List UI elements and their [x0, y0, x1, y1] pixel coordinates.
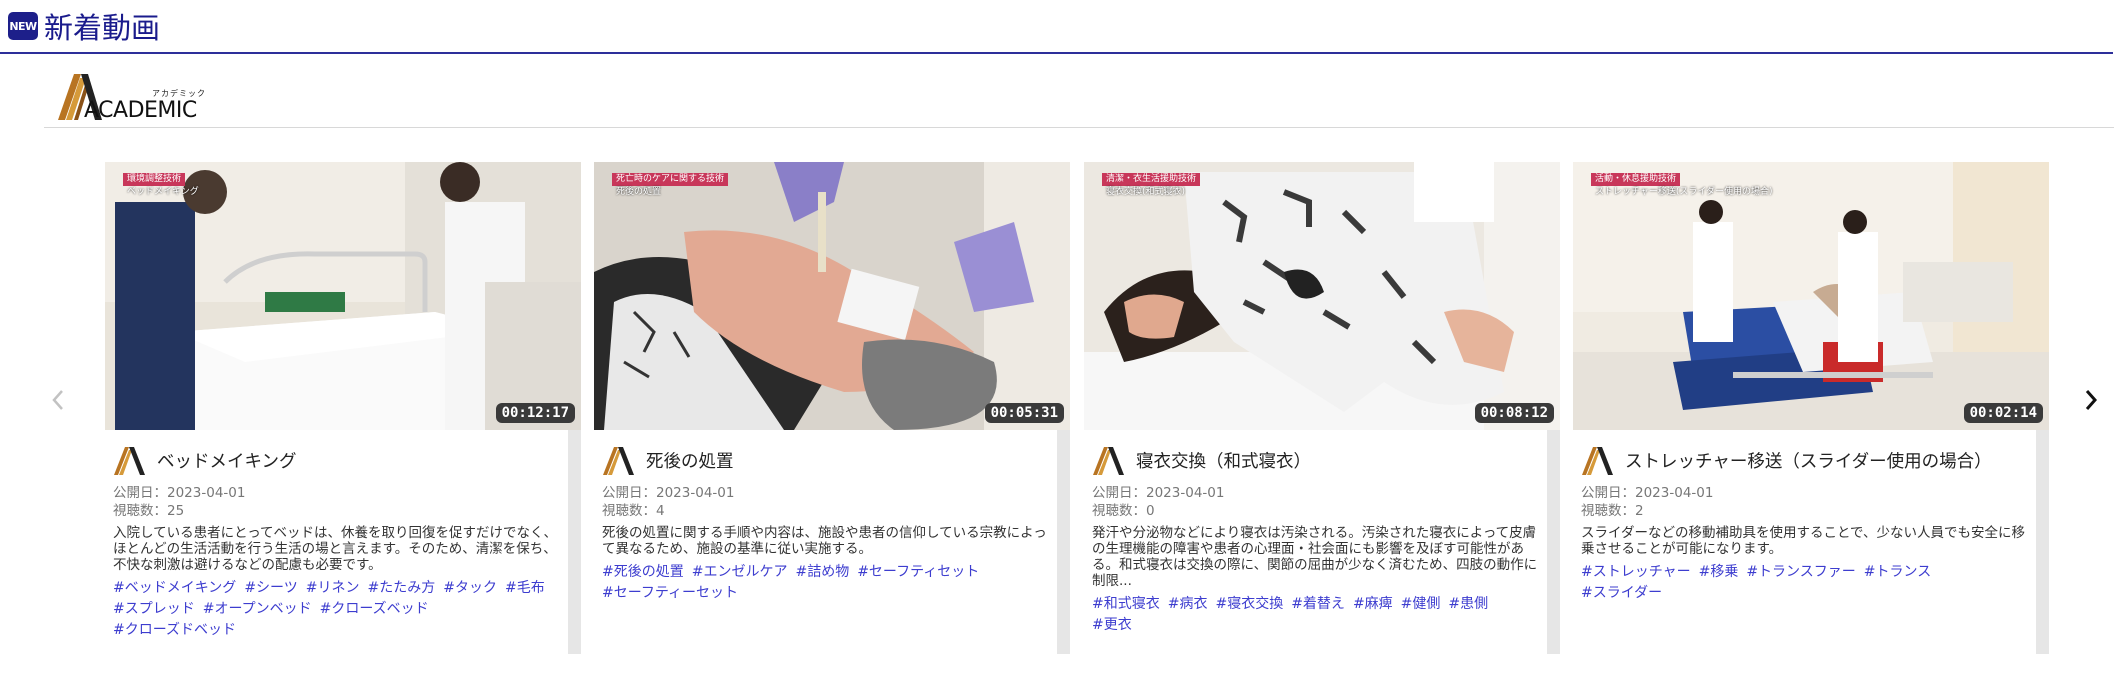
tag-link[interactable]: #病衣	[1168, 594, 1208, 615]
video-title: ストレッチャー移送（スライダー使用の場合）	[1625, 451, 1992, 472]
video-card[interactable]: 活動・休息援助技術 ストレッチャー移送(スライダー使用の場合) 00:02:14…	[1573, 162, 2049, 654]
category-tag: 環境調整技術 ベッドメイキング	[123, 173, 203, 199]
video-meta: 公開日：2023-04-01 視聴数：2	[1581, 485, 1714, 519]
card-body: 死後の処置 公開日：2023-04-01 視聴数：4 死後の処置に関する手順や内…	[594, 430, 1056, 654]
video-duration: 00:08:12	[1474, 403, 1554, 423]
chevron-left-icon	[52, 390, 63, 410]
tag-link[interactable]: #毛布	[505, 578, 545, 599]
new-badge-icon: NEW	[8, 12, 38, 40]
view-count: 0	[1146, 503, 1155, 519]
view-count: 4	[656, 503, 665, 519]
video-meta: 公開日：2023-04-01 視聴数：0	[1092, 485, 1225, 519]
publish-date: 2023-04-01	[1635, 485, 1714, 501]
video-description: 死後の処置に関する手順や内容は、施設や患者の信仰している宗教によって異なるため、…	[602, 525, 1047, 557]
tag-link[interactable]: #ストレッチャー	[1581, 562, 1691, 583]
tag-list: #ストレッチャー #移乗 #トランスファー #トランス #スライダー	[1581, 562, 2027, 604]
tag-link[interactable]: #更衣	[1092, 615, 1132, 636]
video-thumbnail[interactable]: 環境調整技術 ベッドメイキング 00:12:17	[105, 162, 581, 430]
section-header: NEW 新着動画	[8, 6, 160, 46]
video-description: 発汗や分泌物などにより寝衣は汚染される。汚染された寝衣によって皮膚の生理機能の障…	[1092, 525, 1538, 589]
video-description: スライダーなどの移動補助具を使用することで、少ない人員でも安全に移乗させることが…	[1581, 525, 2026, 557]
tag-link[interactable]: #クローズベッド	[320, 599, 429, 620]
card-scrollbar[interactable]	[2036, 430, 2049, 654]
publish-date: 2023-04-01	[167, 485, 246, 501]
tag-link[interactable]: #シーツ	[244, 578, 297, 599]
tag-link[interactable]: #健側	[1401, 594, 1441, 615]
tag-link[interactable]: #患側	[1448, 594, 1488, 615]
video-title: 死後の処置	[646, 451, 734, 472]
tag-link[interactable]: #タック	[443, 578, 497, 599]
tag-link[interactable]: #和式寝衣	[1092, 594, 1160, 615]
tag-link[interactable]: #スライダー	[1581, 583, 1662, 604]
video-thumbnail[interactable]: 清潔・衣生活援助技術 寝衣交換(和式寝衣) 00:08:12	[1084, 162, 1560, 430]
tag-link[interactable]: #リネン	[306, 578, 360, 599]
card-scrollbar[interactable]	[568, 430, 581, 654]
academic-mark-icon	[1582, 447, 1613, 475]
card-title-row[interactable]: ベッドメイキング	[113, 442, 559, 478]
video-meta: 公開日：2023-04-01 視聴数：25	[113, 485, 246, 519]
publish-date: 2023-04-01	[1146, 485, 1225, 501]
carousel-next-button[interactable]	[2083, 387, 2099, 419]
tag-link[interactable]: #トランス	[1864, 562, 1931, 583]
card-title-row[interactable]: 死後の処置	[602, 442, 1048, 478]
tag-link[interactable]: #死後の処置	[602, 562, 684, 583]
tag-link[interactable]: #寝衣交換	[1215, 594, 1283, 615]
tag-link[interactable]: #スプレッド	[113, 599, 195, 620]
view-count: 2	[1635, 503, 1644, 519]
academic-mark-icon	[1093, 447, 1124, 475]
tag-link[interactable]: #エンゼルケア	[692, 562, 788, 583]
video-duration: 00:12:17	[495, 403, 575, 423]
tag-link[interactable]: #移乗	[1699, 562, 1739, 583]
card-body: ストレッチャー移送（スライダー使用の場合） 公開日：2023-04-01 視聴数…	[1573, 430, 2035, 654]
card-scrollbar[interactable]	[1057, 430, 1070, 654]
category-tag: 清潔・衣生活援助技術 寝衣交換(和式寝衣)	[1102, 173, 1201, 199]
video-thumbnail[interactable]: 活動・休息援助技術 ストレッチャー移送(スライダー使用の場合) 00:02:14	[1573, 162, 2049, 430]
publish-date: 2023-04-01	[656, 485, 735, 501]
view-count: 25	[167, 503, 185, 519]
video-card[interactable]: 死亡時のケアに関する技術 死後の処置 00:05:31 死後の処置 公開日：20…	[594, 162, 1070, 654]
tag-link[interactable]: #クローズドベッド	[113, 620, 236, 641]
card-body: 寝衣交換（和式寝衣） 公開日：2023-04-01 視聴数：0 発汗や分泌物など…	[1084, 430, 1546, 654]
video-thumbnail[interactable]: 死亡時のケアに関する技術 死後の処置 00:05:31	[594, 162, 1070, 430]
category-tag: 死亡時のケアに関する技術 死後の処置	[612, 173, 729, 199]
video-title: ベッドメイキング	[157, 451, 297, 472]
video-card[interactable]: 環境調整技術 ベッドメイキング 00:12:17 ベッドメイキング 公開日：20…	[105, 162, 581, 654]
video-meta: 公開日：2023-04-01 視聴数：4	[602, 485, 735, 519]
tag-link[interactable]: #麻痺	[1353, 594, 1393, 615]
card-title-row[interactable]: ストレッチャー移送（スライダー使用の場合）	[1581, 442, 2027, 478]
carousel-prev-button[interactable]	[50, 387, 66, 419]
academic-mark-icon	[603, 447, 634, 475]
tag-link[interactable]: #オープンベッド	[203, 599, 312, 620]
video-duration: 00:05:31	[984, 403, 1064, 423]
tag-link[interactable]: #着替え	[1291, 594, 1345, 615]
tag-link[interactable]: #セーフティセット	[857, 562, 979, 583]
tag-list: #和式寝衣 #病衣 #寝衣交換 #着替え #麻痺 #健側 #患側 #更衣	[1092, 594, 1538, 636]
card-body: ベッドメイキング 公開日：2023-04-01 視聴数：25 入院している患者に…	[105, 430, 567, 654]
academic-mark-icon	[114, 447, 145, 475]
brand-divider	[44, 127, 2114, 128]
section-title: 新着動画	[44, 11, 161, 45]
tag-list: #死後の処置 #エンゼルケア #詰め物 #セーフティセット #セーフティーセット	[602, 562, 1048, 604]
tag-link[interactable]: #たたみ方	[368, 578, 436, 599]
card-scrollbar[interactable]	[1547, 430, 1560, 654]
brand-wordmark: ACADEMIC	[84, 98, 197, 123]
video-duration: 00:02:14	[1963, 403, 2043, 423]
academic-logo[interactable]: アカデミック ACADEMIC	[56, 70, 206, 123]
tag-list: #ベッドメイキング #シーツ #リネン #たたみ方 #タック #毛布 #スプレッド #オープン…	[113, 578, 559, 641]
chevron-right-icon	[2085, 390, 2098, 410]
video-card[interactable]: 清潔・衣生活援助技術 寝衣交換(和式寝衣) 00:08:12 寝衣交換（和式寝衣…	[1084, 162, 1560, 654]
tag-link[interactable]: #セーフティーセット	[602, 583, 738, 604]
tag-link[interactable]: #詰め物	[795, 562, 849, 583]
tag-link[interactable]: #ベッドメイキング	[113, 578, 236, 599]
category-tag: 活動・休息援助技術 ストレッチャー移送(スライダー使用の場合)	[1591, 173, 1777, 199]
header-divider	[0, 52, 2113, 54]
video-title: 寝衣交換（和式寝衣）	[1136, 451, 1311, 472]
card-title-row[interactable]: 寝衣交換（和式寝衣）	[1092, 442, 1538, 478]
tag-link[interactable]: #トランスファー	[1746, 562, 1855, 583]
video-description: 入院している患者にとってベッドは、休養を取り回復を促すだけでなく、ほとんどの生活…	[113, 525, 558, 573]
